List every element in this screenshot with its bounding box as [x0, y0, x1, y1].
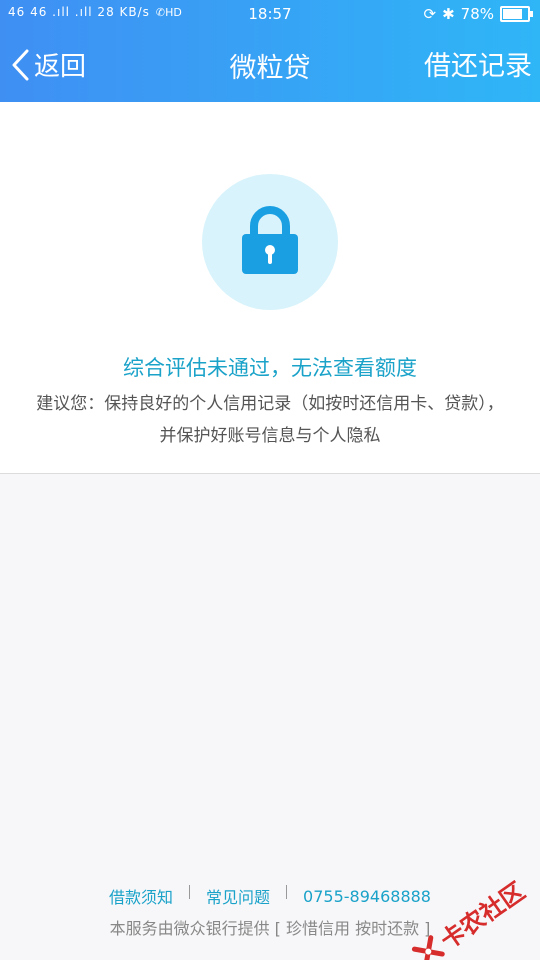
advice-text: 建议您：保持良好的个人信用记录（如按时还信用卡、贷款），并保护好账号信息与个人隐…: [36, 394, 504, 446]
bluetooth-icon: ✱: [442, 5, 455, 23]
status-right: ⟳ ✱ 78%: [423, 5, 533, 23]
evaluation-result-heading: 综合评估未通过，无法查看额度: [123, 356, 417, 380]
divider: [286, 885, 288, 899]
result-card: 综合评估未通过，无法查看额度 建议您：保持良好的个人信用记录（如按时还信用卡、贷…: [0, 102, 540, 474]
battery-icon: [500, 6, 533, 22]
faq-link[interactable]: 常见问题: [206, 884, 270, 908]
loan-notice-link[interactable]: 借款须知: [109, 884, 173, 908]
nav-bar: 返回 微粒贷 借还记录: [0, 28, 540, 102]
rotation-lock-icon: ⟳: [423, 5, 437, 23]
battery-fill: [503, 9, 522, 19]
phone-link[interactable]: 0755-89468888: [303, 887, 431, 906]
loan-records-button[interactable]: 借还记录: [424, 44, 532, 83]
status-bar: 46 46 .ıll .ıll 28 KB/s ✆HD 18:57 ⟳ ✱ 78…: [0, 0, 540, 28]
header: 46 46 .ıll .ıll 28 KB/s ✆HD 18:57 ⟳ ✱ 78…: [0, 0, 540, 102]
lock-badge: [202, 174, 338, 310]
page: 46 46 .ıll .ıll 28 KB/s ✆HD 18:57 ⟳ ✱ 78…: [0, 0, 540, 960]
divider: [189, 885, 191, 899]
footer-links: 借款须知 常见问题 0755-89468888: [0, 884, 540, 908]
lock-icon: [242, 206, 298, 274]
battery-percent: 78%: [460, 5, 494, 23]
